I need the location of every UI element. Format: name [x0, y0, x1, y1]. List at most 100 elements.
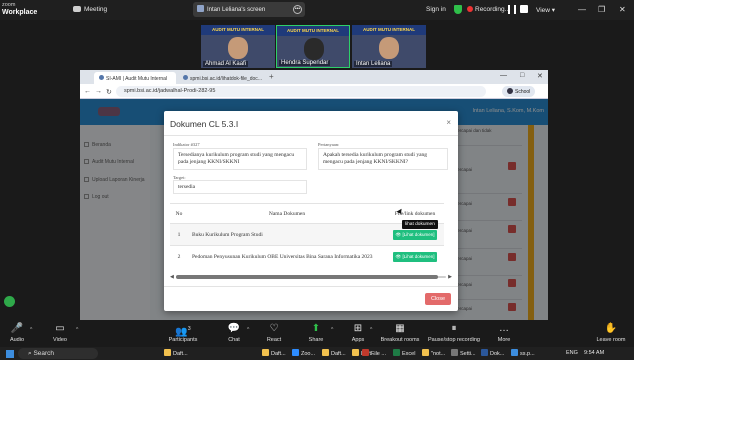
taskbar-app[interactable]: Daft...: [322, 349, 346, 357]
browser-close-button[interactable]: ✕: [537, 72, 543, 80]
sign-in-link[interactable]: Sign in: [426, 6, 446, 13]
browser-tab-active[interactable]: SI-AMI | Audit Mutu Internal: [94, 72, 176, 84]
browser-maximize-button[interactable]: □: [520, 72, 524, 79]
video-options-caret-icon[interactable]: ^: [76, 327, 78, 333]
browser-minimize-button[interactable]: —: [500, 72, 507, 79]
meeting-controls: 🎤 Audio ^ ▭ Video ^ 👥3 Participants 💬 Chat ^…: [0, 320, 634, 347]
clock[interactable]: 9:54 AM: [584, 350, 604, 356]
taskbar-app[interactable]: ss.p...: [511, 349, 535, 357]
folder-icon: [164, 349, 171, 356]
document-table: No Nama Dokumen File/link dokumen 1 Buku…: [170, 203, 444, 268]
video-button[interactable]: ▭ Video: [40, 323, 80, 343]
scroll-thumb[interactable]: [176, 275, 438, 279]
divider: [164, 286, 458, 287]
browser-address-bar: ← → ↻ spmi.bsi.ac.id/jadwalhal-Prodi-282…: [80, 84, 548, 99]
back-arrow-icon[interactable]: ←: [84, 88, 91, 95]
column-header-no: No: [170, 203, 188, 224]
taskbar-app[interactable]: Zoo...: [292, 349, 315, 357]
taskbar-app[interactable]: Daft...: [164, 349, 188, 357]
meeting-icon: [73, 6, 81, 12]
participant-thumbnail[interactable]: AUDIT MUTU INTERNAL Ahmad Al Kaafi: [201, 25, 275, 68]
audio-options-caret-icon[interactable]: ^: [30, 327, 32, 333]
more-icon: …: [499, 323, 509, 334]
language-indicator[interactable]: ENG: [566, 350, 578, 356]
taskbar-search[interactable]: ⌕ Search: [18, 348, 98, 359]
url-input[interactable]: spmi.bsi.ac.id/jadwalhal-Prodi-282-95: [116, 86, 486, 97]
zoom-top-bar: zoom Workplace Meeting Intan Leliana's s…: [0, 0, 634, 20]
security-shield-icon[interactable]: [454, 5, 462, 14]
maximize-button[interactable]: ❐: [598, 5, 605, 14]
heart-icon: ♡: [269, 323, 279, 334]
taskbar-app[interactable]: Dok...: [481, 349, 504, 357]
document-name: Pedoman Penyusunan Kurikulum OBE Univers…: [188, 245, 386, 268]
view-menu[interactable]: View ▾: [536, 6, 555, 14]
apps-options-caret-icon[interactable]: ^: [370, 327, 372, 333]
new-tab-button[interactable]: +: [269, 72, 274, 81]
scroll-right-arrow-icon[interactable]: ▶: [448, 274, 452, 280]
taskbar-app[interactable]: Daft...: [262, 349, 286, 357]
participants-button[interactable]: 👥3 Participants: [163, 323, 203, 343]
file-icon: [362, 349, 369, 356]
raise-hand-icon: ✋: [604, 323, 618, 334]
target-field: tersedia: [173, 180, 307, 194]
react-button[interactable]: ♡ React: [254, 323, 294, 343]
table-horizontal-scrollbar[interactable]: ◀ ▶: [170, 274, 452, 280]
view-document-button[interactable]: 👁 [Lihat dokumen]: [392, 229, 438, 240]
row-number: 1: [170, 223, 188, 246]
document-link-cell: 👁 [Lihat dokumen]: [386, 245, 444, 268]
taskbar-app[interactable]: Excel: [393, 349, 415, 357]
browser-tab[interactable]: spmi.bsi.ac.id/lihatdok-file_doc...: [178, 72, 266, 84]
modal-title: Dokumen CL 5.3.I: [170, 119, 239, 129]
pause-recording-icon[interactable]: [508, 5, 516, 14]
shared-screen-tab[interactable]: Intan Leliana's screen •••: [193, 2, 305, 17]
screenshot-icon: [511, 349, 518, 356]
participant-video: [379, 37, 399, 59]
pause-stop-recording-button[interactable]: ⏸ Pause/stop recording: [425, 323, 483, 343]
more-options-icon[interactable]: •••: [293, 5, 302, 14]
browser-tab-strip: SI-AMI | Audit Mutu Internal spmi.bsi.ac…: [80, 70, 548, 84]
leave-room-button[interactable]: ✋ Leave room: [591, 323, 631, 343]
pertanyaan-field: Apakah tersedia kurikulum program studi …: [318, 148, 448, 170]
indikator-field: Tersedianya kurikulum program studi yang…: [173, 148, 307, 170]
breakout-rooms-button[interactable]: ▦ Breakout rooms: [378, 323, 422, 343]
annotate-icon[interactable]: [4, 296, 15, 307]
participant-thumbnail[interactable]: AUDIT MUTU INTERNAL Intan Leliana: [352, 25, 426, 68]
chat-button[interactable]: 💬 Chat: [214, 323, 254, 343]
participant-thumbnail-active[interactable]: AUDIT MUTU INTERNAL Hendra Supendar: [276, 25, 350, 68]
modal-close-icon[interactable]: ×: [446, 118, 451, 127]
scroll-left-arrow-icon[interactable]: ◀: [170, 274, 174, 280]
folder-icon: [322, 349, 329, 356]
table-row: 2 Pedoman Penyusunan Kurikulum OBE Unive…: [170, 245, 444, 268]
column-header-name: Nama Dokumen: [188, 203, 386, 224]
taskbar-app[interactable]: Setti...: [451, 349, 476, 357]
video-camera-icon: ▭: [55, 323, 65, 334]
audio-button[interactable]: 🎤 Audio: [0, 323, 37, 343]
zoom-app-icon: [292, 349, 299, 356]
document-modal: Dokumen CL 5.3.I × Indikator #327 Tersed…: [164, 111, 458, 311]
word-icon: [481, 349, 488, 356]
taskbar-app-file[interactable]: File ...: [362, 349, 386, 357]
site-favicon-icon: [183, 75, 188, 80]
participant-video: [228, 37, 248, 59]
stop-recording-icon[interactable]: [520, 5, 528, 13]
more-button[interactable]: … More: [484, 323, 524, 343]
view-document-button[interactable]: 👁 [Lihat dokumen]: [392, 251, 438, 262]
chat-options-caret-icon[interactable]: ^: [247, 327, 249, 333]
taskbar-app[interactable]: "not...: [422, 349, 445, 357]
forward-arrow-icon[interactable]: →: [95, 88, 102, 95]
close-window-button[interactable]: ✕: [619, 5, 626, 14]
apps-button[interactable]: ⊞ Apps: [338, 323, 378, 343]
pause-recording-control-icon: ⏸: [451, 323, 457, 334]
close-button[interactable]: Close: [424, 293, 451, 305]
document-name: Buku Kurikulum Program Studi: [188, 223, 386, 246]
minimize-button[interactable]: —: [578, 5, 586, 14]
notes-icon: [422, 349, 429, 356]
windows-start-icon[interactable]: [6, 350, 14, 358]
meeting-menu[interactable]: Meeting: [73, 6, 107, 13]
profile-chip[interactable]: School: [502, 86, 536, 97]
share-button[interactable]: ⬆ Share: [296, 323, 336, 343]
screen-share-icon: [197, 5, 204, 12]
share-options-caret-icon[interactable]: ^: [331, 327, 333, 333]
view-document-tooltip: lihat dokumen: [402, 220, 438, 229]
reload-icon[interactable]: ↻: [106, 88, 112, 96]
